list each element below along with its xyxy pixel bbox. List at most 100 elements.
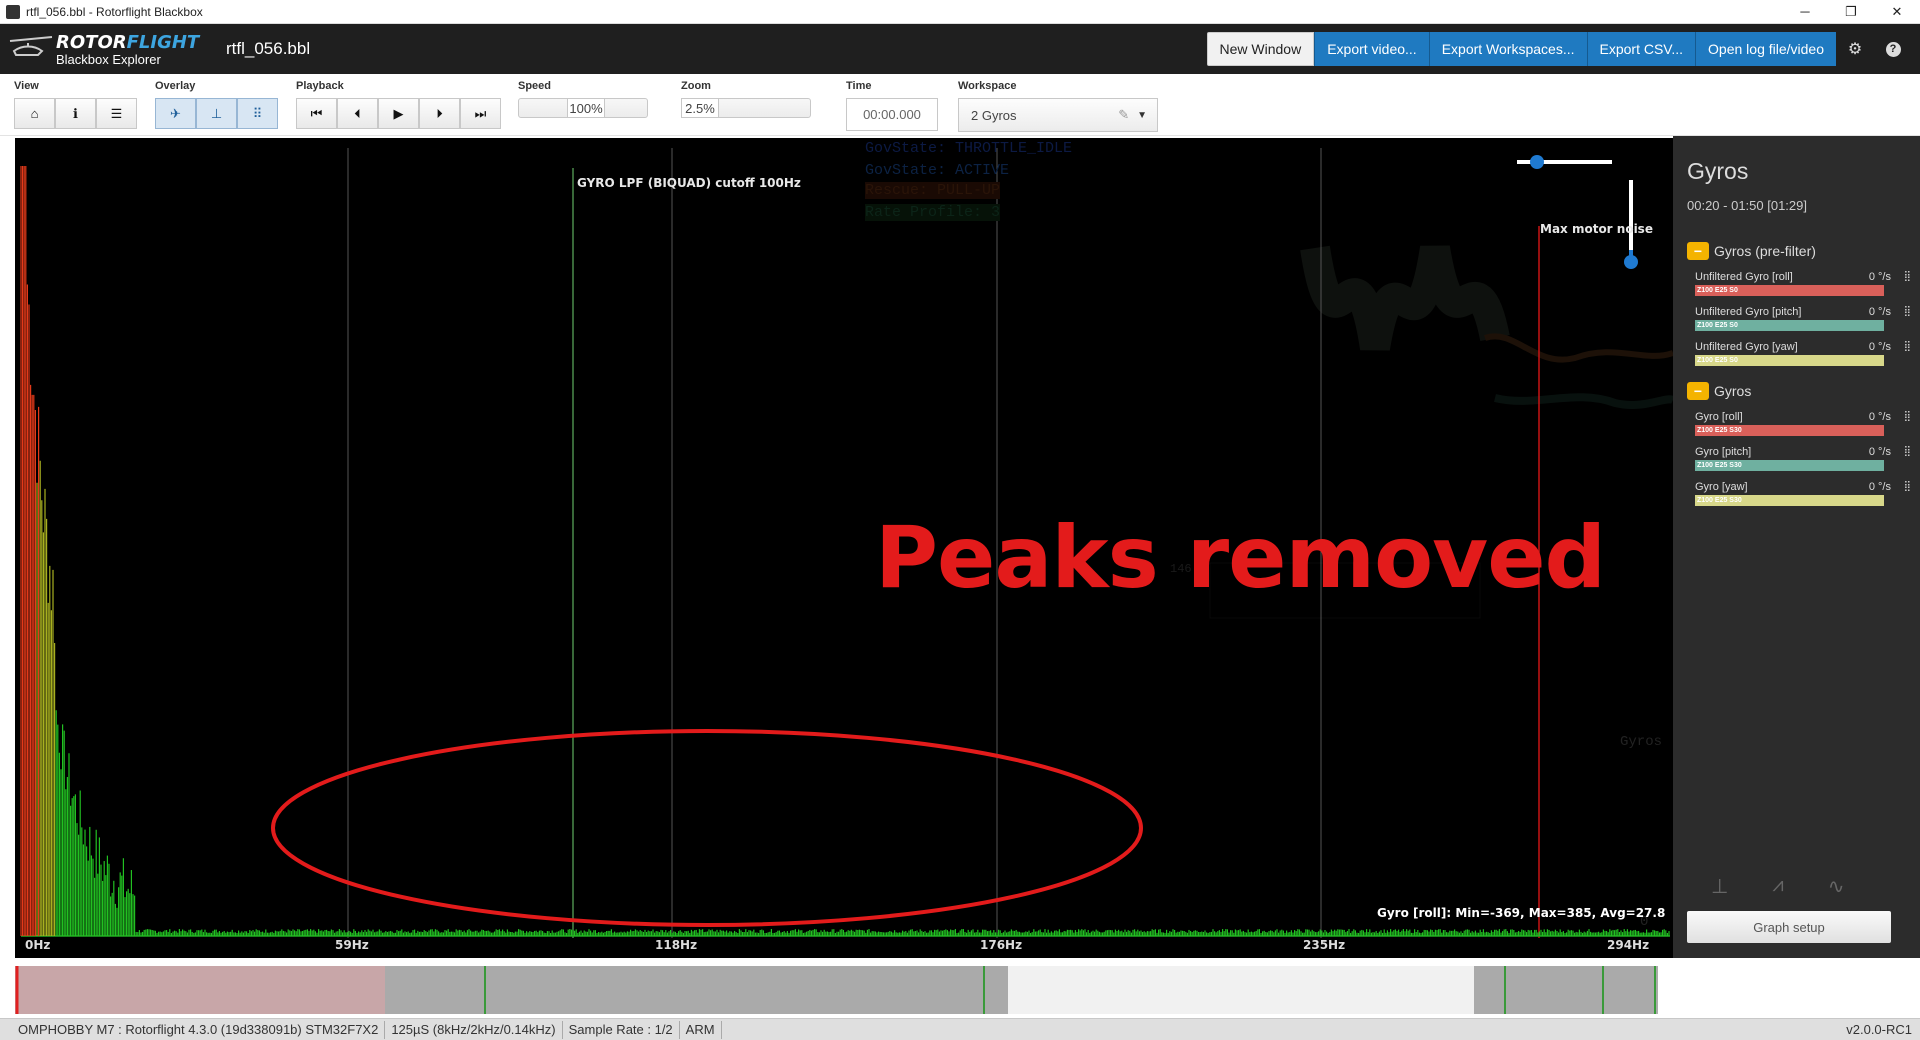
workspace-select[interactable]: 2 Gyros ✎ ▼ — [958, 98, 1158, 132]
legend-field[interactable]: Gyro [roll] 0 °/s ⣿ Z100 E25 S30 — [1695, 411, 1915, 437]
graph-legend-sidebar: Gyros 00:20 - 01:50 [01:29] − Gyros (pre… — [1673, 136, 1920, 958]
overlay-govstate-idle: GovState: THROTTLE_IDLE — [865, 140, 1073, 157]
field-value: 0 °/s — [1868, 446, 1891, 458]
time-label: Time — [846, 80, 872, 92]
legend-field[interactable]: Gyro [yaw] 0 °/s ⣿ Z100 E25 S30 — [1695, 481, 1915, 507]
gear-icon[interactable]: ⚙ — [1836, 32, 1874, 66]
new-window-button[interactable]: New Window — [1206, 32, 1315, 66]
overlay-rescue: Rescue: PULL-UP — [865, 182, 1001, 199]
step-response-icon[interactable]: ⊥ — [1711, 874, 1728, 899]
step-forward-icon[interactable]: ⏵ — [419, 98, 460, 129]
x-tick-118hz: 118Hz — [655, 938, 698, 952]
status-bar: OMPHOBBY M7 : Rotorflight 4.3.0 (19d3380… — [0, 1018, 1920, 1040]
field-color-bar: Z100 E25 S0 — [1695, 355, 1884, 366]
field-value: 0 °/s — [1868, 481, 1891, 493]
export-video-button[interactable]: Export video... — [1314, 32, 1429, 66]
overlay-gyros-label: Gyros — [1620, 734, 1663, 750]
sine-wave-icon[interactable]: ∿ — [1828, 874, 1845, 899]
log-timeline[interactable] — [0, 962, 1920, 1016]
legend-field[interactable]: Unfiltered Gyro [pitch] 0 °/s ⣿ Z100 E25… — [1695, 306, 1915, 332]
legend-group-name: Gyros (pre-filter) — [1714, 243, 1816, 259]
legend-group-header[interactable]: − Gyros — [1687, 380, 1915, 402]
overlay-govstate-active: GovState: ACTIVE — [865, 162, 1010, 179]
close-button[interactable]: ✕ — [1874, 0, 1920, 24]
legend-field[interactable]: Unfiltered Gyro [roll] 0 °/s ⣿ Z100 E25 … — [1695, 271, 1915, 297]
field-value: 0 °/s — [1868, 411, 1891, 423]
field-settings-icon[interactable]: ⣿ — [1904, 341, 1911, 352]
field-settings-icon[interactable]: ⣿ — [1904, 411, 1911, 422]
toolbar: View ⌂ ℹ ☰ Overlay ✈ ⊥ ⠿ Playback ⏮ ⏴ ▶ … — [0, 74, 1920, 136]
field-color-bar: Z100 E25 S30 — [1695, 460, 1884, 471]
field-settings-icon[interactable]: ⣿ — [1904, 446, 1911, 457]
time-group: Time 00:00.000 — [846, 80, 938, 131]
workspace-value: 2 Gyros — [971, 107, 1017, 123]
speed-slider[interactable]: 100% — [518, 98, 648, 118]
field-settings-icon[interactable]: ⣿ — [1904, 271, 1911, 282]
legend-group-header[interactable]: − Gyros (pre-filter) — [1687, 240, 1915, 262]
home-icon[interactable]: ⌂ — [14, 98, 55, 129]
speed-value[interactable]: 100% — [567, 98, 605, 118]
folder-minus-icon[interactable]: − — [1687, 242, 1709, 260]
export-csv-button[interactable]: Export CSV... — [1586, 32, 1696, 66]
craft-overlay-icon[interactable]: ✈ — [155, 98, 196, 129]
legend-field[interactable]: Unfiltered Gyro [yaw] 0 °/s ⣿ Z100 E25 S… — [1695, 341, 1915, 367]
sticks-overlay-icon[interactable]: ⊥ — [196, 98, 237, 129]
legend-group-gyros: − Gyros Gyro [roll] 0 °/s ⣿ Z100 E25 S30… — [1687, 380, 1915, 507]
field-color-bar: Z100 E25 S0 — [1695, 285, 1884, 296]
legend-field[interactable]: Gyro [pitch] 0 °/s ⣿ Z100 E25 S30 — [1695, 446, 1915, 472]
open-log-button[interactable]: Open log file/video — [1695, 32, 1836, 66]
step-back-icon[interactable]: ⏴ — [337, 98, 378, 129]
field-settings-icon[interactable]: ⣿ — [1904, 481, 1911, 492]
x-tick-59hz: 59Hz — [335, 938, 369, 952]
pencil-icon[interactable]: ✎ — [1118, 107, 1129, 123]
export-workspaces-button[interactable]: Export Workspaces... — [1428, 32, 1587, 66]
zoom-value[interactable]: 2.5% — [681, 98, 719, 118]
field-color-bar: Z100 E25 S30 — [1695, 425, 1884, 436]
zoom-y-slider-thumb[interactable] — [1624, 255, 1638, 269]
status-sample-rate: Sample Rate : 1/2 — [563, 1020, 680, 1039]
field-color-bar: Z100 E25 S30 — [1695, 495, 1884, 506]
maximize-button[interactable]: ❐ — [1828, 0, 1874, 24]
annotation-ellipse — [271, 729, 1143, 927]
analyser-overlay-icon[interactable]: ⠿ — [237, 98, 278, 129]
zoom-x-slider-thumb[interactable] — [1530, 155, 1544, 169]
field-value: 0 °/s — [1868, 271, 1891, 283]
overlay-rate-profile: Rate Profile: 3 — [865, 204, 1001, 221]
time-input[interactable]: 00:00.000 — [846, 98, 938, 131]
app-header: ROTORFLIGHT Blackbox Explorer rtfl_056.b… — [0, 24, 1920, 74]
graph-setup-button[interactable]: Graph setup — [1687, 911, 1891, 943]
chevron-down-icon[interactable]: ▼ — [1137, 110, 1147, 121]
gyro-roll-stats: Gyro [roll]: Min=-369, Max=385, Avg=27.8 — [1377, 906, 1666, 920]
speed-label: Speed — [518, 80, 552, 92]
timeline-region-log — [385, 966, 1008, 1014]
view-label: View — [14, 80, 39, 92]
field-value: 0 °/s — [1868, 341, 1891, 353]
play-icon[interactable]: ▶ — [378, 98, 419, 129]
minimize-button[interactable]: ─ — [1782, 0, 1828, 24]
x-tick-176hz: 176Hz — [980, 938, 1023, 952]
field-settings-icon[interactable]: ⣿ — [1904, 306, 1911, 317]
x-tick-294hz: 294Hz — [1607, 938, 1650, 952]
zoom-slider[interactable]: 2.5% — [681, 98, 811, 118]
jump-start-icon[interactable]: ⏮ — [296, 98, 337, 129]
timeline-region-played — [15, 966, 385, 1014]
status-craft-info: OMPHOBBY M7 : Rotorflight 4.3.0 (19d3380… — [0, 1020, 386, 1039]
window-titlebar: rtfl_056.bbl - Rotorflight Blackbox ─ ❐ … — [0, 0, 1920, 24]
help-icon[interactable]: ? — [1874, 32, 1912, 66]
status-version: v2.0.0-RC1 — [1846, 1022, 1912, 1037]
peaks-removed-annotation: Peaks removed — [875, 508, 1606, 608]
status-loop-time: 125µS (8kHz/2kHz/0.14kHz) — [385, 1020, 563, 1039]
speed-group: Speed 100% — [518, 80, 648, 118]
jump-end-icon[interactable]: ⏭ — [460, 98, 501, 129]
status-arm: ARM — [680, 1020, 722, 1039]
max-motor-noise-label: Max motor noise — [1540, 222, 1653, 236]
spectrum-view-icon[interactable]: ⩘ — [1772, 874, 1783, 899]
folder-minus-icon[interactable]: − — [1687, 382, 1709, 400]
log-filename: rtfl_056.bbl — [226, 39, 311, 58]
log-table-icon[interactable]: ☰ — [96, 98, 137, 129]
rotorflight-logo: ROTORFLIGHT Blackbox Explorer — [8, 29, 199, 69]
info-icon[interactable]: ℹ — [55, 98, 96, 129]
zoom-label: Zoom — [681, 80, 711, 92]
spectrum-analyser-plot[interactable]: GovState: THROTTLE_IDLE GovState: ACTIVE… — [15, 138, 1673, 958]
legend-time-range: 00:20 - 01:50 [01:29] — [1687, 198, 1807, 213]
